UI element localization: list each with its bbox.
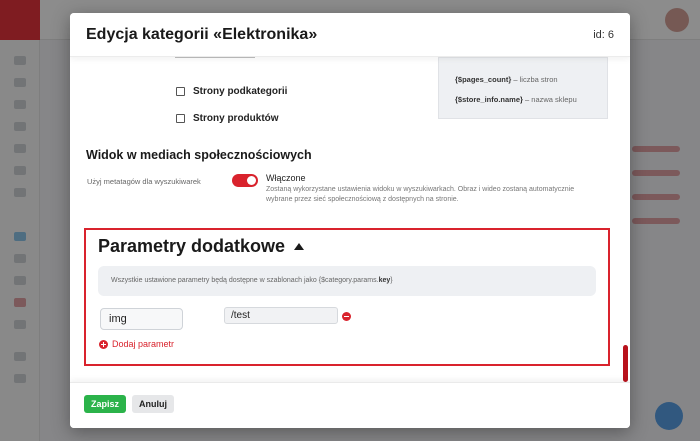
variable-description: nazwa sklepu — [531, 95, 577, 104]
additional-params-section: Parametry dodatkowe Wszystkie ustawione … — [84, 228, 610, 366]
checkbox-label: Strony produktów — [193, 113, 279, 124]
category-id: id: 6 — [593, 29, 614, 41]
variable-line: {$pages_count} – liczba stron — [455, 74, 591, 86]
modal-title: Edycja kategorii «Elektronika» — [86, 26, 318, 43]
params-info-suffix: } — [390, 277, 393, 284]
social-toggle-switch[interactable] — [232, 174, 258, 187]
clipped-row — [175, 57, 255, 61]
checkbox-product-pages[interactable]: Strony produktów — [176, 113, 279, 124]
caret-up-icon[interactable] — [294, 243, 305, 250]
checkbox-subcategory-pages[interactable]: Strony podkategorii — [176, 86, 287, 97]
scrollbar-thumb[interactable] — [623, 345, 628, 382]
variable-line: {$store_info.name} – nazwa sklepu — [455, 94, 591, 106]
modal-body[interactable]: Strony podkategorii Strony produktów {$p… — [70, 57, 630, 382]
variable-separator: – — [511, 75, 520, 84]
toggle-knob — [247, 176, 256, 185]
checkbox-label: Strony podkategorii — [193, 86, 288, 97]
params-info-key: key — [378, 277, 391, 284]
template-variables-box: {$pages_count} – liczba stron {$store_in… — [438, 57, 608, 119]
edit-category-modal: Edycja kategorii «Elektronika» id: 6 Str… — [70, 13, 630, 428]
cancel-button[interactable]: Anuluj — [132, 395, 174, 413]
modal-header: Edycja kategorii «Elektronika» id: 6 — [70, 13, 630, 57]
variable-code: {$store_info.name} — [455, 95, 523, 104]
toggle-state-label: Włączone — [266, 173, 306, 183]
params-info-text: Wszystkie ustawione parametry będą dostę… — [111, 277, 379, 284]
save-button[interactable]: Zapisz — [84, 395, 126, 413]
add-param-label: Dodaj parametr — [112, 339, 175, 349]
param-name-input[interactable] — [100, 308, 183, 330]
params-title: Parametry dodatkowe — [98, 236, 286, 256]
param-value-input[interactable] — [224, 307, 338, 324]
variable-code: {$pages_count} — [455, 75, 512, 84]
checkbox[interactable] — [176, 87, 185, 96]
params-section-header[interactable]: Parametry dodatkowe — [98, 236, 305, 257]
add-param-button[interactable]: Dodaj parametr — [99, 339, 174, 349]
params-info-box: Wszystkie ustawione parametry będą dostę… — [98, 266, 596, 296]
social-description: Zostaną wykorzystane ustawienia widoku w… — [266, 186, 575, 203]
remove-param-icon[interactable] — [342, 312, 351, 321]
social-toggle-label: Użyj metatagów dla wyszukiwarek — [87, 177, 201, 186]
modal-footer: Zapisz Anuluj — [70, 382, 630, 428]
checkbox[interactable] — [176, 114, 185, 123]
plus-circle-icon — [99, 339, 108, 349]
social-section-title: Widok w mediach społecznościowych — [86, 148, 312, 162]
variable-description: liczba stron — [519, 75, 558, 84]
